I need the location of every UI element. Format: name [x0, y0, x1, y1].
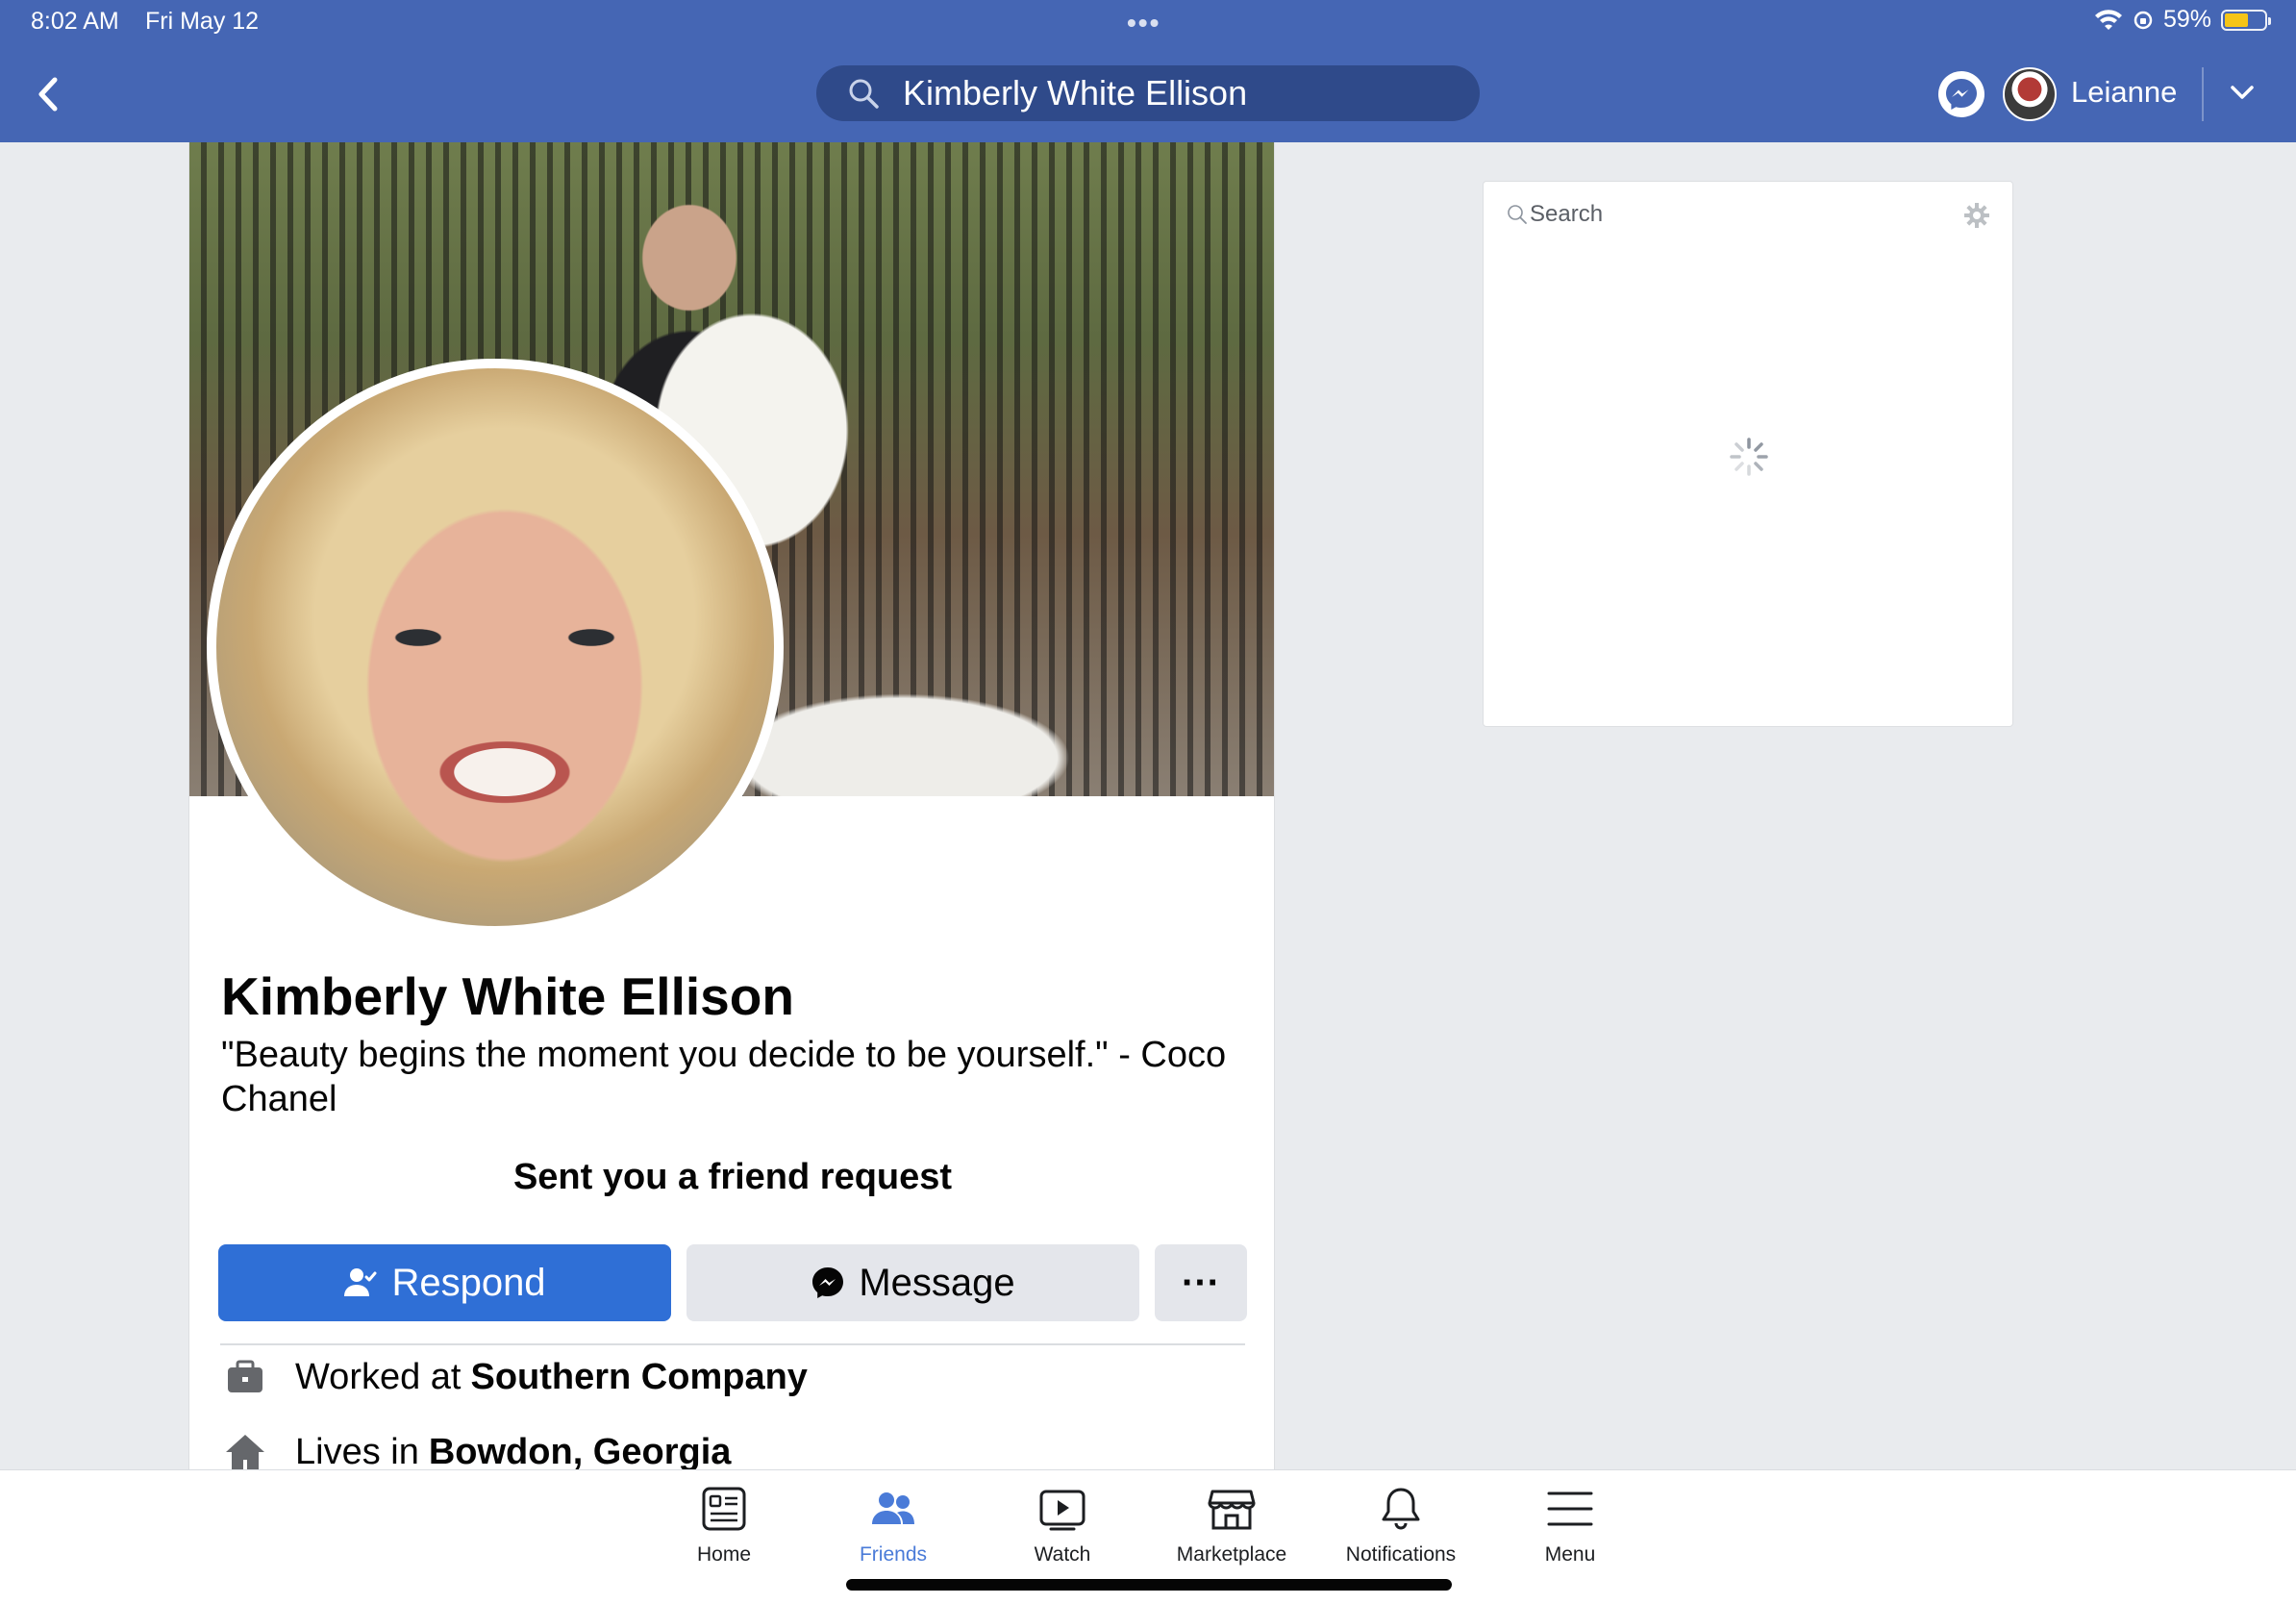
search-query-text[interactable]: Kimberly White Ellison: [903, 73, 1247, 113]
watch-icon: [1039, 1490, 1086, 1531]
house-icon: [224, 1431, 266, 1469]
respond-button[interactable]: Respond: [218, 1244, 671, 1321]
tab-label: Watch: [1034, 1543, 1091, 1566]
battery-icon: [2221, 9, 2271, 31]
friends-icon: [872, 1492, 914, 1524]
more-options-label: ···: [1182, 1261, 1220, 1304]
header-divider: [2202, 67, 2204, 121]
orientation-lock-icon: [2134, 11, 2153, 29]
search-icon: [849, 79, 879, 109]
tab-marketplace[interactable]: Marketplace: [1147, 1484, 1316, 1566]
profile-picture[interactable]: [207, 359, 784, 936]
tab-label: Home: [696, 1543, 752, 1566]
bell-icon: [1382, 1488, 1420, 1530]
profile-name: Kimberly White Ellison: [221, 966, 794, 1026]
tab-home[interactable]: Home: [639, 1484, 809, 1566]
battery-fill: [2225, 13, 2248, 27]
sidebar-search-placeholder: Search: [1530, 201, 1604, 227]
tab-menu[interactable]: Menu: [1485, 1484, 1655, 1566]
user-name[interactable]: Leianne: [2071, 75, 2177, 110]
loading-spinner-icon: [1730, 438, 1768, 476]
wifi-icon: [2094, 9, 2122, 30]
briefcase-icon: [224, 1356, 266, 1398]
status-date: Fri May 12: [145, 8, 260, 35]
contacts-sidebar: Search: [1483, 181, 2013, 727]
home-indicator[interactable]: [846, 1579, 1452, 1591]
account-dropdown-button[interactable]: [2227, 77, 2258, 108]
more-options-button[interactable]: ···: [1155, 1244, 1247, 1321]
top-navigation-bar: 8:02 AM Fri May 12 ••• 59% Kimberly Whit…: [0, 0, 2296, 142]
status-time: 8:02 AM: [31, 8, 119, 35]
menu-icon: [1547, 1491, 1593, 1526]
user-avatar[interactable]: [2003, 67, 2057, 121]
tab-watch[interactable]: Watch: [978, 1484, 1147, 1566]
search-icon: [1508, 205, 1527, 224]
sidebar-search-input[interactable]: Search: [1507, 201, 1603, 228]
back-button[interactable]: [29, 73, 67, 115]
messenger-icon: [1946, 79, 1977, 110]
profile-card: Kimberly White Ellison "Beauty begins th…: [188, 142, 1275, 1469]
work-prefix: Worked at: [295, 1356, 462, 1397]
work-employer[interactable]: Southern Company: [470, 1357, 807, 1398]
messenger-button[interactable]: [1938, 71, 1984, 117]
tab-notifications[interactable]: Notifications: [1316, 1484, 1485, 1566]
multitasking-dots[interactable]: •••: [1127, 8, 1160, 38]
location-info-row: Lives in Bowdon, Georgia: [224, 1431, 731, 1469]
friend-request-status: Sent you a friend request: [512, 1157, 953, 1197]
tab-label: Menu: [1544, 1543, 1596, 1566]
respond-button-label: Respond: [391, 1261, 546, 1304]
location-prefix: Lives in: [295, 1431, 419, 1470]
tab-friends[interactable]: Friends: [809, 1484, 978, 1566]
person-check-icon: [343, 1266, 378, 1300]
home-feed-icon: [702, 1487, 746, 1531]
tab-label: Notifications: [1345, 1543, 1457, 1566]
chevron-left-icon: [38, 77, 58, 112]
messenger-icon: [811, 1266, 845, 1300]
profile-bio: "Beauty begins the moment you decide to …: [221, 1035, 1227, 1119]
status-indicators: 59%: [2094, 6, 2271, 34]
divider: [220, 1343, 1245, 1345]
message-button[interactable]: Message: [686, 1244, 1139, 1321]
message-button-label: Message: [859, 1261, 1015, 1304]
battery-percent: 59%: [2162, 6, 2211, 33]
tab-label: Marketplace: [1176, 1543, 1287, 1566]
work-info-row: Worked at Southern Company: [224, 1356, 808, 1398]
gear-icon[interactable]: [1964, 203, 1989, 228]
tab-label: Friends: [859, 1543, 928, 1566]
chevron-down-icon: [2231, 86, 2254, 99]
location-value[interactable]: Bowdon, Georgia: [429, 1432, 732, 1470]
marketplace-icon: [1208, 1490, 1256, 1530]
search-bar[interactable]: Kimberly White Ellison: [816, 65, 1480, 121]
